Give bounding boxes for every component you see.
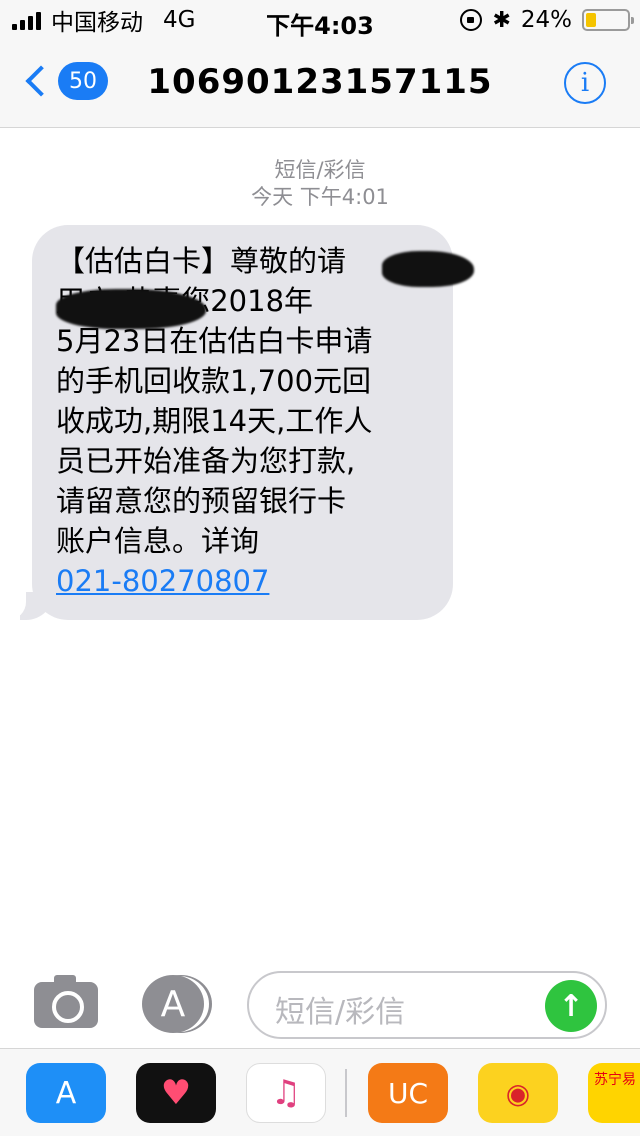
message-line: 【估估白卡】尊敬的请 xyxy=(56,244,347,278)
music-icon[interactable]: ♫ xyxy=(246,1063,326,1123)
phone-number-link[interactable]: 021-80270807 xyxy=(56,561,431,601)
nav-bar: 50 10690123157115 i xyxy=(0,40,640,128)
conversation-title: 10690123157115 xyxy=(147,62,493,102)
message-type-label: 短信/彩信 xyxy=(274,158,366,182)
message-text: 【估估白卡】尊敬的请 用户,恭喜您2018年 5月23日在估估白卡申请 的手机回… xyxy=(56,241,474,561)
redaction-scribble xyxy=(56,289,206,329)
send-button[interactable]: ↑ xyxy=(545,980,597,1032)
battery-percent: 24% xyxy=(520,7,572,33)
camera-icon[interactable] xyxy=(34,975,98,1028)
message-line: 账户信息。详询 xyxy=(56,524,260,558)
message-bubble[interactable]: 【估估白卡】尊敬的请 用户,恭喜您2018年 5月23日在估估白卡申请 的手机回… xyxy=(32,225,474,620)
suning-icon[interactable]: 苏宁易 xyxy=(588,1063,640,1123)
message-line: 请留意您的预留银行卡 xyxy=(56,484,347,518)
battery-icon xyxy=(582,9,634,31)
redaction-scribble xyxy=(382,251,474,287)
status-bar: 中国移动 4G 下午4:03 ✱ 24% xyxy=(0,0,640,40)
app-store-button[interactable]: A xyxy=(142,975,204,1033)
message-date-label: 今天 下午4:01 xyxy=(251,185,389,209)
digital-touch-icon[interactable]: ♥ xyxy=(136,1063,216,1123)
app-store-icon[interactable]: A xyxy=(26,1063,106,1123)
rotation-lock-icon xyxy=(460,9,483,31)
message-input-placeholder: 短信/彩信 xyxy=(275,995,406,1030)
app-drawer: A ♥ ♫ UC ◉ 苏宁易 xyxy=(0,1048,640,1136)
drawer-divider xyxy=(345,1069,347,1117)
uc-browser-icon[interactable]: UC xyxy=(368,1063,448,1123)
info-icon[interactable]: i xyxy=(564,62,606,104)
battery-level xyxy=(586,13,596,27)
message-line: 员已开始准备为您打款, xyxy=(56,444,356,478)
weibo-icon[interactable]: ◉ xyxy=(478,1063,558,1123)
bluetooth-icon: ✱ xyxy=(492,7,511,33)
message-line: 收成功,期限14天,工作人 xyxy=(56,404,373,438)
message-line: 的手机回收款1,700元回 xyxy=(56,364,372,398)
status-right: ✱ 24% xyxy=(460,6,634,34)
message-input[interactable]: 短信/彩信 ↑ xyxy=(247,971,607,1039)
